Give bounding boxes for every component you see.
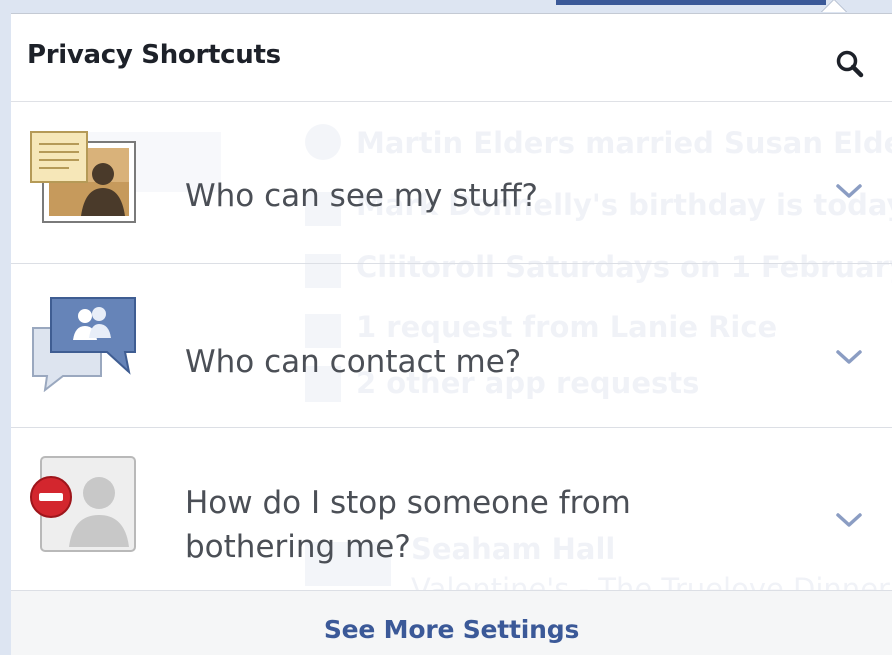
see-more-settings-link[interactable]: See More Settings bbox=[324, 615, 579, 644]
block-person-icon bbox=[30, 456, 136, 552]
privacy-shortcuts-panel: Privacy Shortcuts Martin Elders married … bbox=[11, 13, 892, 655]
chat-people-icon bbox=[32, 297, 136, 392]
panel-footer: See More Settings bbox=[11, 590, 892, 655]
shortcut-label: Who can see my stuff? bbox=[185, 178, 538, 214]
chevron-down-icon[interactable] bbox=[835, 182, 863, 200]
chevron-down-icon[interactable] bbox=[835, 348, 863, 366]
chevron-down-icon[interactable] bbox=[835, 511, 863, 529]
dropdown-caret bbox=[822, 0, 846, 12]
shortcut-stop-bothering[interactable]: How do I stop someone from bothering me? bbox=[11, 429, 892, 591]
photo-document-icon bbox=[30, 131, 136, 223]
panel-title: Privacy Shortcuts bbox=[27, 40, 281, 70]
shortcut-who-can-contact[interactable]: Who can contact me? bbox=[11, 266, 892, 428]
background-left bbox=[0, 0, 11, 655]
panel-header: Privacy Shortcuts bbox=[11, 14, 892, 102]
shortcut-who-can-see[interactable]: Who can see my stuff? bbox=[11, 102, 892, 264]
toolbar-edge bbox=[556, 0, 826, 5]
search-icon[interactable] bbox=[834, 48, 866, 80]
shortcut-label: How do I stop someone from bothering me? bbox=[185, 485, 631, 565]
shortcut-label: Who can contact me? bbox=[185, 344, 522, 380]
